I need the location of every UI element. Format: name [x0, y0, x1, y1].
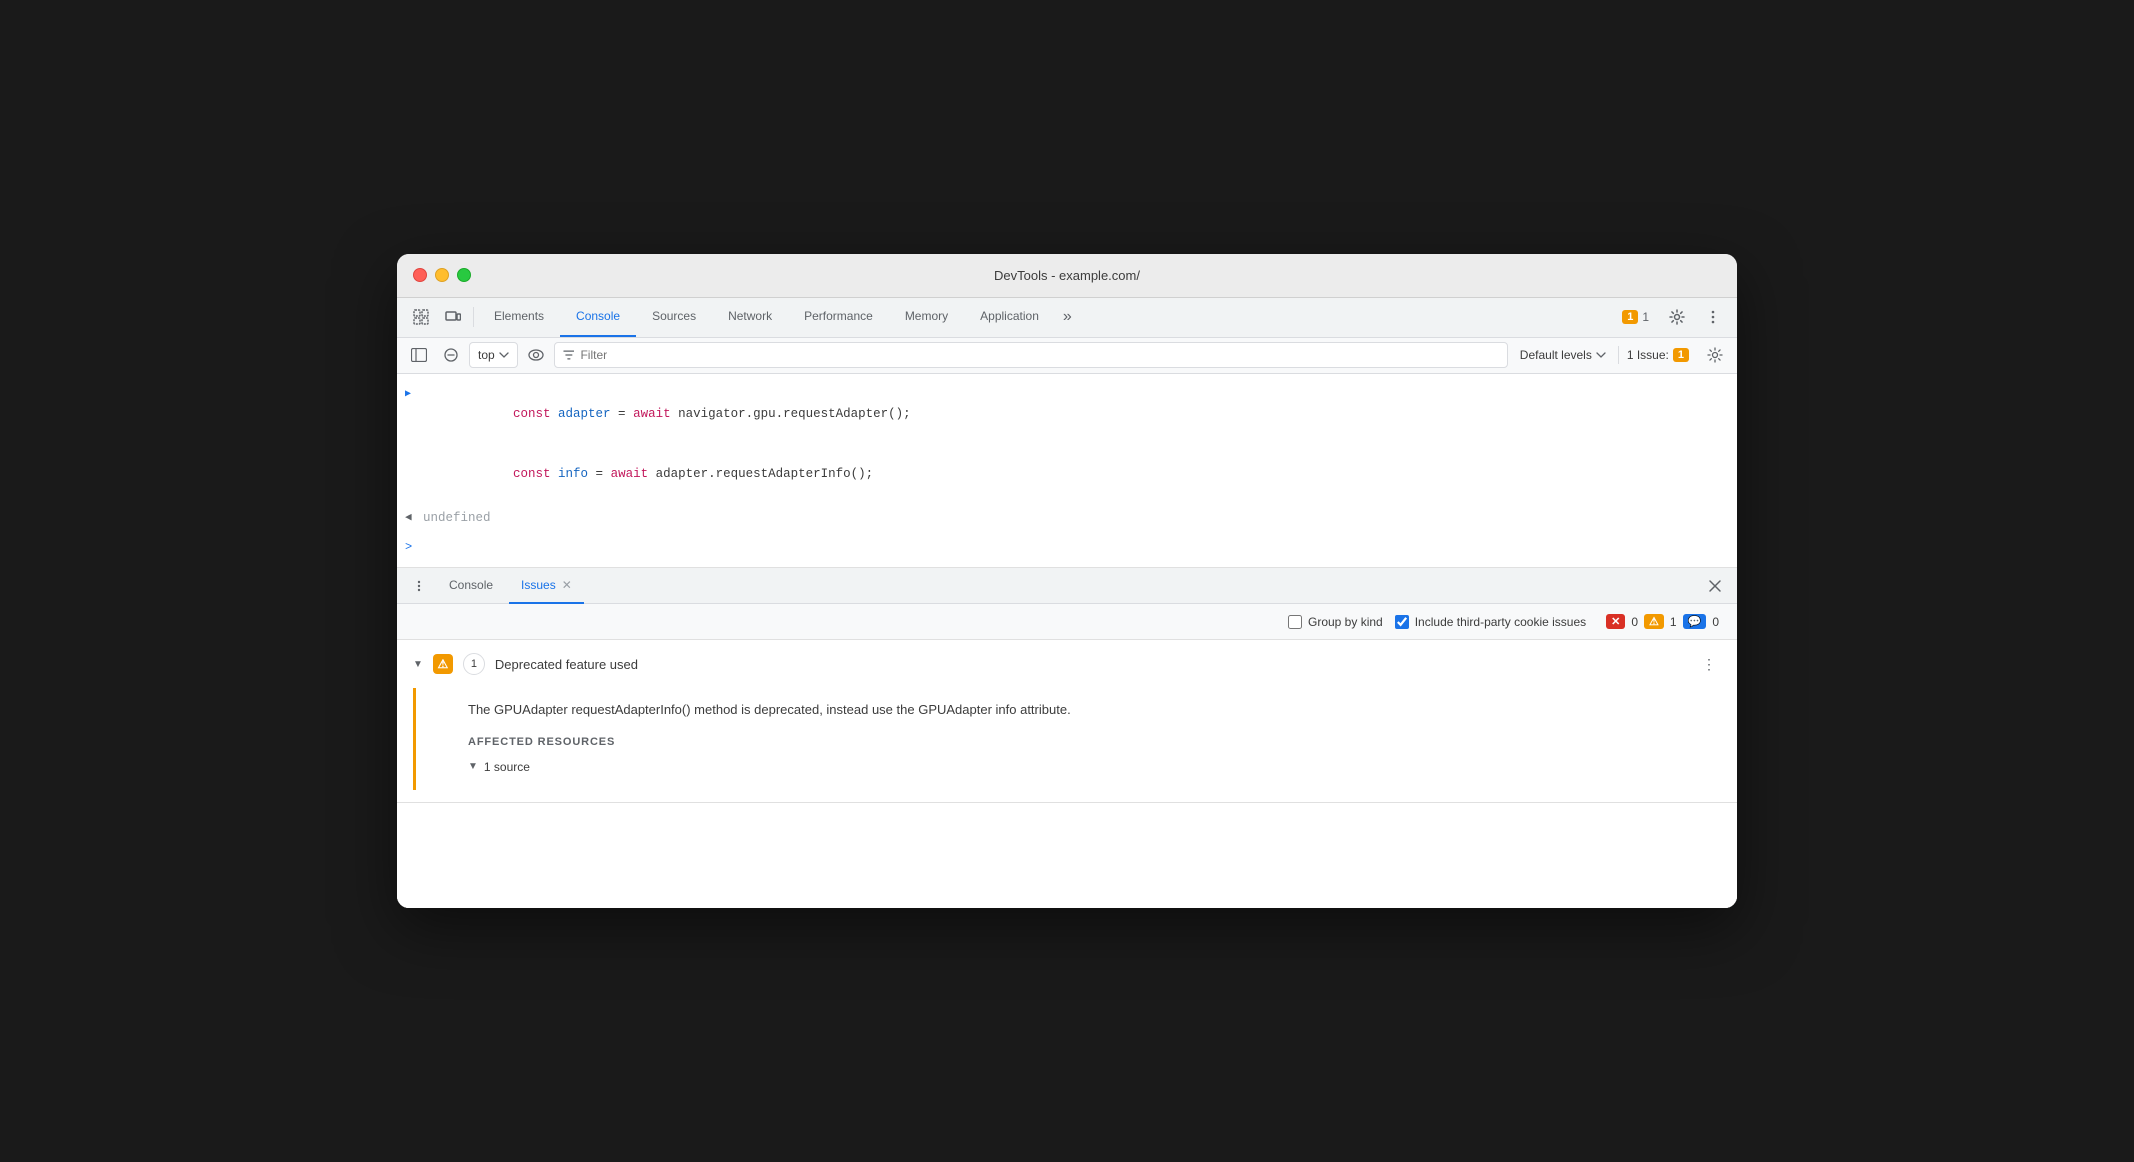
code-equals: = — [611, 407, 634, 421]
issue-group-deprecated: ▼ ⚠ 1 Deprecated feature used ⋮ The GPUA… — [397, 640, 1737, 803]
identifier-info: info — [558, 467, 588, 481]
prompt-arrow: > — [405, 538, 421, 557]
tab-console[interactable]: Console — [560, 297, 636, 337]
keyword-const-2: const — [513, 467, 558, 481]
levels-chevron-icon — [1596, 352, 1606, 358]
issue-more-button[interactable]: ⋮ — [1697, 652, 1721, 676]
console-entry-code: ▶ const adapter = await navigator.gpu.re… — [397, 382, 1737, 506]
expand-arrow[interactable]: ▶ — [405, 387, 417, 403]
maximize-button[interactable] — [457, 268, 471, 282]
group-by-kind-input[interactable] — [1288, 615, 1302, 629]
issues-toolbar: Group by kind Include third-party cookie… — [397, 604, 1737, 640]
toolbar-right: 1 1 — [1614, 301, 1729, 333]
include-third-party-input[interactable] — [1395, 615, 1409, 629]
sidebar-toggle-icon[interactable] — [405, 341, 433, 369]
filter-icon — [563, 349, 575, 361]
panel-more-icon[interactable] — [405, 572, 433, 600]
tab-issues[interactable]: Issues ✕ — [509, 568, 584, 604]
error-badge: ✕ — [1606, 614, 1625, 629]
source-item[interactable]: ▼ 1 source — [468, 760, 1705, 774]
warning-badge: 1 — [1622, 310, 1638, 324]
tab-sources[interactable]: Sources — [636, 297, 712, 337]
default-levels-button[interactable]: Default levels — [1512, 346, 1614, 364]
console-entry-undefined: ◀ undefined — [397, 506, 1737, 530]
info-badge: 💬 — [1683, 614, 1707, 629]
group-by-kind-checkbox[interactable]: Group by kind — [1288, 615, 1383, 629]
issues-content: ▼ ⚠ 1 Deprecated feature used ⋮ The GPUA… — [397, 640, 1737, 908]
more-tabs-button[interactable]: » — [1055, 297, 1080, 337]
titlebar: DevTools - example.com/ — [397, 254, 1737, 298]
tab-performance[interactable]: Performance — [788, 297, 889, 337]
source-expand-arrow[interactable]: ▼ — [468, 761, 478, 772]
identifier-adapter: adapter — [558, 407, 611, 421]
top-toolbar: Elements Console Sources Network Perform… — [397, 298, 1737, 338]
context-selector[interactable]: top — [469, 342, 518, 368]
collapse-arrow[interactable]: ▼ — [413, 659, 423, 670]
chevron-down-icon — [499, 352, 509, 358]
panel-tabs-bar: Console Issues ✕ — [397, 568, 1737, 604]
tab-list: Elements Console Sources Network Perform… — [478, 298, 1614, 337]
issue-count-circle: 1 — [463, 653, 485, 675]
eye-icon[interactable] — [522, 341, 550, 369]
issue-title: Deprecated feature used — [495, 657, 1687, 672]
window-title: DevTools - example.com/ — [994, 268, 1140, 283]
inspect-element-icon[interactable] — [405, 301, 437, 333]
keyword-const: const — [513, 407, 558, 421]
more-options-icon[interactable] — [1697, 301, 1729, 333]
minimize-button[interactable] — [435, 268, 449, 282]
code-call-2: adapter.requestAdapterInfo(); — [656, 467, 874, 481]
bottom-panel: Console Issues ✕ Group by kind — [397, 568, 1737, 908]
code-line-1: const adapter = await navigator.gpu.requ… — [423, 384, 911, 444]
clear-console-icon[interactable] — [437, 341, 465, 369]
tab-application[interactable]: Application — [964, 297, 1055, 337]
tab-issues-close[interactable]: ✕ — [562, 578, 572, 592]
return-arrow: ◀ — [405, 510, 417, 528]
devtools-window: DevTools - example.com/ — [397, 254, 1737, 908]
close-panel-button[interactable] — [1701, 572, 1729, 600]
tab-network[interactable]: Network — [712, 297, 788, 337]
issue-description: The GPUAdapter requestAdapterInfo() meth… — [468, 700, 1705, 720]
code-call-1: navigator.gpu.requestAdapter(); — [678, 407, 911, 421]
issues-count-display: 1 Issue: 1 — [1618, 346, 1697, 364]
console-prompt[interactable]: > — [397, 534, 1737, 559]
filter-input[interactable] — [580, 348, 1498, 362]
traffic-lights — [413, 268, 471, 282]
code-line-2: const info = await adapter.requestAdapte… — [423, 444, 911, 504]
devtools-body: Elements Console Sources Network Perform… — [397, 298, 1737, 908]
tab-elements[interactable]: Elements — [478, 297, 560, 337]
keyword-await: await — [633, 407, 678, 421]
settings-icon[interactable] — [1661, 301, 1693, 333]
code-block: const adapter = await navigator.gpu.requ… — [423, 384, 911, 504]
toolbar-separator — [473, 307, 474, 327]
issue-group-header[interactable]: ▼ ⚠ 1 Deprecated feature used ⋮ — [397, 640, 1737, 688]
issue-details: The GPUAdapter requestAdapterInfo() meth… — [413, 688, 1721, 790]
code-equals-2: = — [588, 467, 611, 481]
warning-badge-issues: ⚠ — [1644, 614, 1664, 629]
filter-input-wrap — [554, 342, 1508, 368]
console-output: ▶ const adapter = await navigator.gpu.re… — [397, 374, 1737, 568]
console-toolbar: top Default levels — [397, 338, 1737, 374]
issues-warning-badge: 1 — [1673, 348, 1689, 362]
tab-memory[interactable]: Memory — [889, 297, 964, 337]
console-settings-icon[interactable] — [1701, 341, 1729, 369]
issue-badge-button[interactable]: 1 1 — [1614, 308, 1657, 326]
include-third-party-checkbox[interactable]: Include third-party cookie issues — [1395, 615, 1586, 629]
source-label: 1 source — [484, 760, 530, 774]
issue-warning-icon: ⚠ — [433, 654, 453, 674]
device-toolbar-icon[interactable] — [437, 301, 469, 333]
affected-resources-label: AFFECTED RESOURCES — [468, 736, 1705, 748]
keyword-await-2: await — [611, 467, 656, 481]
undefined-value: undefined — [423, 508, 491, 528]
close-button[interactable] — [413, 268, 427, 282]
issue-count-badges: ✕ 0 ⚠ 1 💬 0 — [1606, 614, 1721, 629]
tab-console-bottom[interactable]: Console — [437, 568, 505, 604]
